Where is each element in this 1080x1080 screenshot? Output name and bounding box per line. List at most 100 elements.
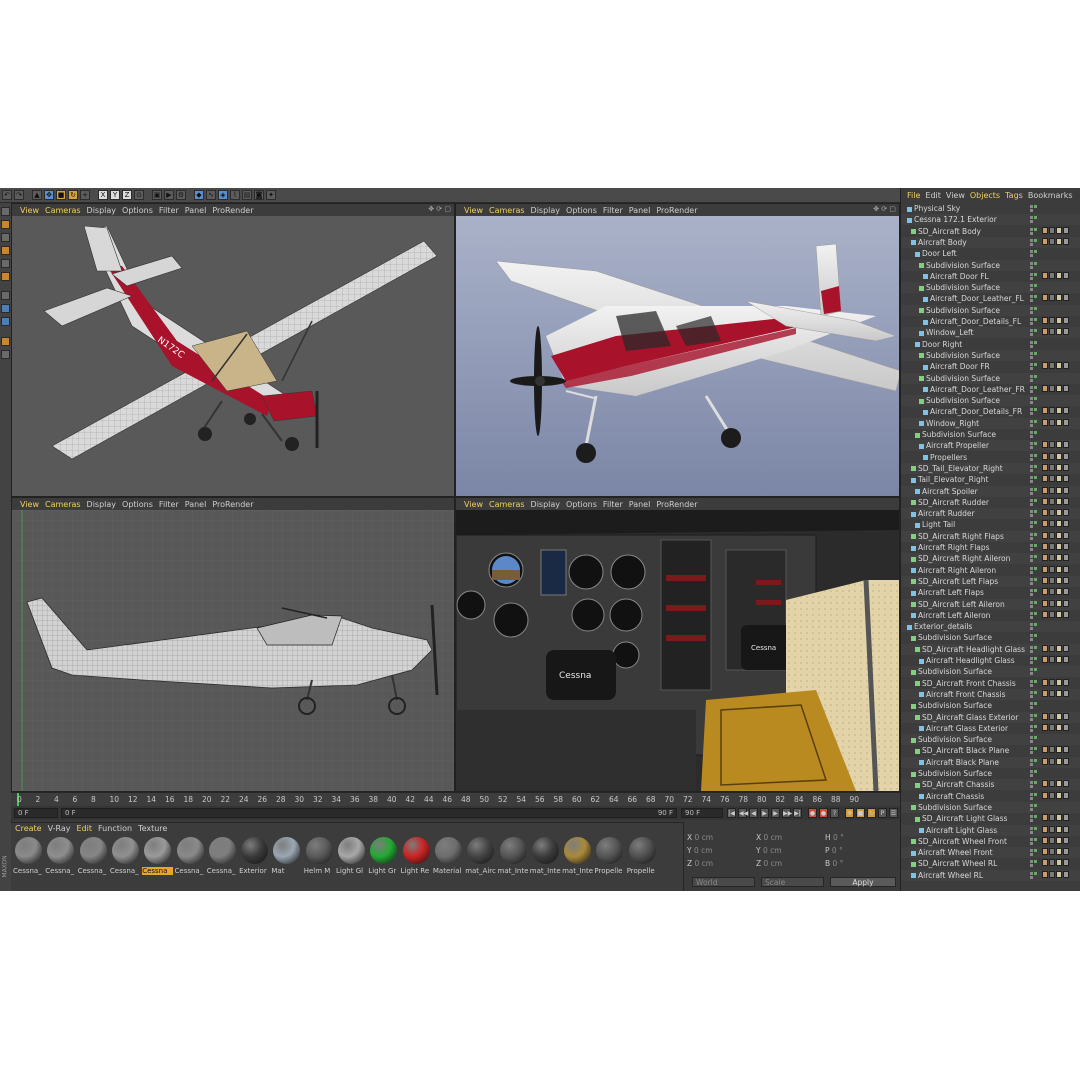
object-tags[interactable] — [1042, 226, 1069, 234]
menu-panel[interactable]: Panel — [185, 206, 207, 215]
y-axis-icon[interactable]: Y — [110, 190, 120, 200]
object-tags[interactable] — [1042, 497, 1069, 505]
object-row[interactable]: SD_Aircraft Black Plane — [901, 745, 1080, 756]
polygons-mode-icon[interactable] — [1, 272, 10, 281]
timeline-menu-icon[interactable]: ☰ — [889, 808, 898, 818]
menu-panel[interactable]: Panel — [629, 500, 651, 509]
object-row[interactable]: Cessna 172.1 Exterior — [901, 214, 1080, 226]
visibility-toggle-icon[interactable] — [1030, 476, 1038, 484]
object-row[interactable]: Aircraft Spoiler — [901, 485, 1080, 497]
viewport-render[interactable]: View Cameras Display Options Filter Pane… — [455, 203, 900, 497]
object-tags[interactable] — [1042, 328, 1069, 336]
object-row[interactable]: Subdivision Surface — [901, 734, 1080, 746]
object-row[interactable]: SD_Aircraft Headlight Glass — [901, 643, 1080, 655]
coordinate-field[interactable]: H 0 ° — [825, 833, 844, 843]
menu-view[interactable]: View — [464, 206, 483, 215]
object-row[interactable]: Window_Right — [901, 417, 1080, 429]
visibility-toggle-icon[interactable] — [1030, 216, 1038, 224]
menu-view[interactable]: View — [20, 206, 39, 215]
visibility-toggle-icon[interactable] — [1030, 702, 1038, 710]
object-row[interactable]: Subdivision Surface — [901, 768, 1080, 779]
undo-icon[interactable]: ↶ — [2, 190, 12, 200]
visibility-toggle-icon[interactable] — [1030, 803, 1038, 811]
material-swatch[interactable]: Cessna_ — [78, 837, 109, 881]
visibility-toggle-icon[interactable] — [1030, 657, 1038, 664]
viewport-perspective[interactable]: View Cameras Display Options Filter Pane… — [11, 203, 455, 497]
edges-mode-icon[interactable] — [1, 259, 10, 268]
generator-icon[interactable]: ◈ — [218, 190, 228, 200]
viewport-nav-icons[interactable]: ✥ ⟳ ▢ — [873, 205, 896, 213]
menu-cameras[interactable]: Cameras — [489, 206, 525, 215]
object-row[interactable]: Aircraft Left Aileron — [901, 610, 1080, 621]
mat-menu-function[interactable]: Function — [98, 824, 132, 833]
menu-display[interactable]: Display — [531, 206, 561, 215]
menu-view[interactable]: View — [464, 500, 483, 509]
object-tags[interactable] — [1042, 509, 1069, 517]
menu-display[interactable]: Display — [87, 206, 117, 215]
object-tags[interactable] — [1042, 746, 1069, 754]
mat-menu-edit[interactable]: Edit — [77, 824, 93, 833]
menu-options[interactable]: Options — [566, 500, 597, 509]
object-row[interactable]: Aircraft Wheel Front — [901, 847, 1080, 859]
visibility-toggle-icon[interactable] — [1030, 510, 1038, 518]
object-tags[interactable] — [1042, 531, 1069, 539]
material-swatch[interactable]: Cessna_ — [175, 837, 206, 881]
object-row[interactable]: Aircraft Rudder — [901, 508, 1080, 520]
go-to-start-icon[interactable]: |◀ — [727, 808, 736, 818]
obj-menu-view[interactable]: View — [946, 191, 965, 200]
points-mode-icon[interactable] — [1, 246, 10, 255]
object-tags[interactable] — [1042, 859, 1069, 867]
object-tags[interactable] — [1042, 475, 1069, 483]
render-region-icon[interactable]: ▣ — [152, 190, 162, 200]
visibility-toggle-icon[interactable] — [1030, 250, 1038, 258]
object-row[interactable]: SD_Aircraft Glass Exterior — [901, 711, 1080, 723]
object-tags[interactable] — [1042, 825, 1069, 833]
visibility-toggle-icon[interactable] — [1030, 690, 1038, 698]
autokey-icon[interactable]: ● — [819, 808, 828, 818]
visibility-toggle-icon[interactable] — [1030, 724, 1038, 732]
menu-prorender[interactable]: ProRender — [212, 500, 253, 509]
texture-mode-icon[interactable] — [1, 233, 10, 242]
visibility-toggle-icon[interactable] — [1030, 329, 1038, 337]
object-tags[interactable] — [1042, 588, 1069, 596]
material-swatch[interactable]: Material — [433, 837, 464, 881]
object-tags[interactable] — [1042, 757, 1069, 765]
move-icon[interactable]: ✥ — [44, 190, 54, 200]
menu-panel[interactable]: Panel — [629, 206, 651, 215]
render-settings-icon[interactable]: ⚙ — [176, 190, 186, 200]
obj-menu-objects[interactable]: Objects — [970, 191, 1000, 200]
object-row[interactable]: Aircraft_Door_Details_FL — [901, 316, 1080, 327]
object-row[interactable]: SD_Aircraft Front Chassis — [901, 678, 1080, 689]
key-rotation-icon[interactable]: ↻ — [867, 808, 876, 818]
object-tags[interactable] — [1042, 317, 1069, 324]
prev-key-icon[interactable]: ◀◀ — [738, 808, 748, 818]
visibility-toggle-icon[interactable] — [1030, 374, 1038, 382]
object-row[interactable]: SD_Aircraft Body — [901, 226, 1080, 237]
keyframe-selection-icon[interactable]: ? — [830, 808, 839, 818]
object-row[interactable]: Door Right — [901, 339, 1080, 350]
object-row[interactable]: Subdivision Surface — [901, 259, 1080, 271]
coordinate-mode-select[interactable]: World — [692, 877, 755, 887]
model-mode-icon[interactable] — [1, 220, 10, 229]
key-position-icon[interactable]: ✥ — [845, 808, 854, 818]
visibility-toggle-icon[interactable] — [1030, 634, 1038, 642]
visibility-toggle-icon[interactable] — [1030, 532, 1038, 540]
visibility-toggle-icon[interactable] — [1030, 589, 1038, 597]
mat-menu-vray[interactable]: V-Ray — [48, 824, 71, 833]
coordinate-field[interactable]: B 0 ° — [825, 859, 843, 869]
object-row[interactable]: Aircraft Wheel RL — [901, 869, 1080, 881]
solo-icon[interactable] — [1, 350, 10, 359]
viewport-side[interactable]: View Cameras Display Options Filter Pane… — [11, 497, 455, 792]
object-row[interactable]: SD_Aircraft Left Aileron — [901, 598, 1080, 610]
visibility-toggle-icon[interactable] — [1030, 464, 1038, 472]
add-icon[interactable]: + — [80, 190, 90, 200]
coordinate-field[interactable]: Z 0 cm — [756, 859, 782, 869]
object-row[interactable]: Subdivision Surface — [901, 700, 1080, 711]
object-tags[interactable] — [1042, 723, 1069, 731]
material-swatch[interactable]: mat_Airc — [465, 837, 496, 881]
object-row[interactable]: SD_Aircraft Light Glass — [901, 813, 1080, 824]
material-swatch[interactable]: mat_Inte — [498, 837, 529, 881]
object-row[interactable]: SD_Aircraft Rudder — [901, 497, 1080, 508]
light-icon[interactable]: ✦ — [266, 190, 276, 200]
object-tags[interactable] — [1042, 237, 1069, 245]
